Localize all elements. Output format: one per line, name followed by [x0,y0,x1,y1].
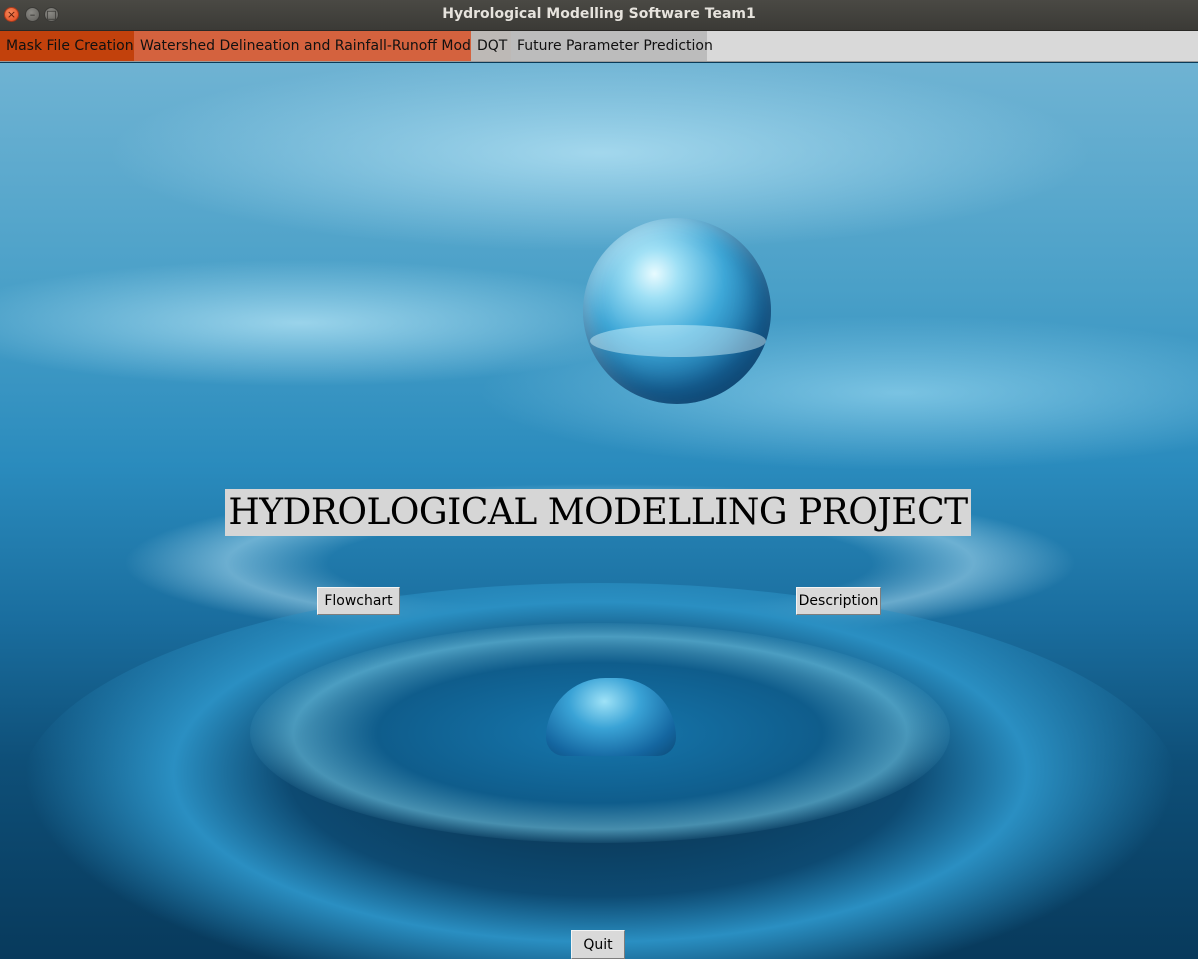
droplet-reflection [590,325,766,357]
quit-button[interactable]: Quit [571,930,625,959]
window-titlebar: × – □ Hydrological Modelling Software Te… [0,0,1198,31]
water-droplet [583,218,771,404]
tab-future-parameter-prediction[interactable]: Future Parameter Prediction [511,31,713,61]
page-title: HYDROLOGICAL MODELLING PROJECT [225,489,971,536]
window-title: Hydrological Modelling Software Team1 [442,6,756,22]
tab-dqt[interactable]: DQT [471,31,511,61]
tab-mask-file-creation[interactable]: Mask File Creation [0,31,134,61]
description-button[interactable]: Description [796,587,881,615]
flowchart-button[interactable]: Flowchart [317,587,400,615]
tab-watershed-delineation[interactable]: Watershed Delineation and Rainfall-Runof… [134,31,483,61]
tab-bar: Mask File Creation Watershed Delineation… [0,31,1198,62]
